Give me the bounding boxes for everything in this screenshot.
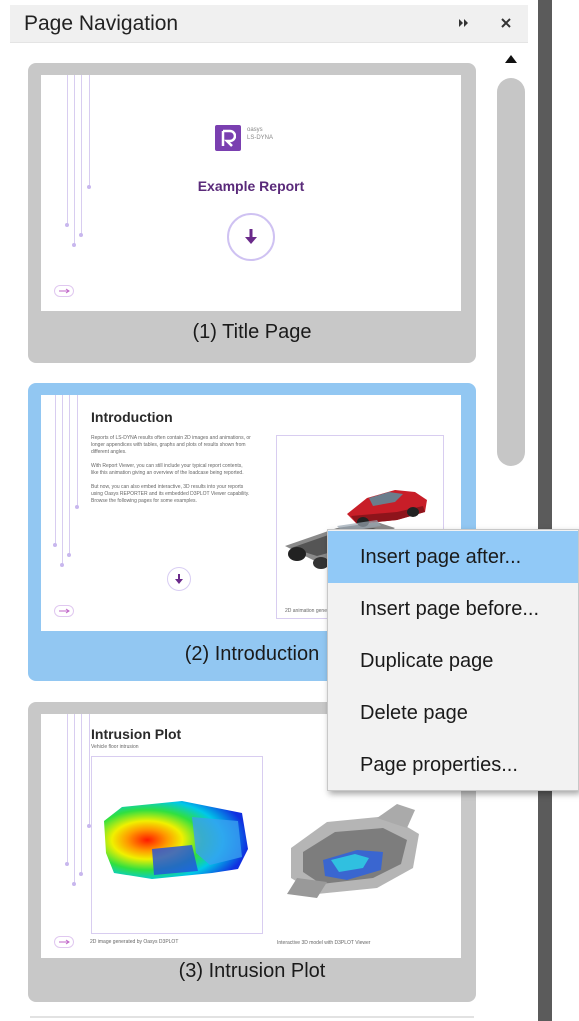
nav-pill-icon [54,285,74,297]
thumb-subtitle: Vehicle floor intrusion [91,744,139,750]
menu-item-duplicate[interactable]: Duplicate page [328,635,578,687]
nav-pill-icon [54,936,74,948]
image-caption-right: Interactive 3D model with D3PLOT Viewer [277,940,371,946]
menu-item-delete[interactable]: Delete page [328,687,578,739]
intrusion-contour-image [104,801,248,879]
image-caption-left: 2D image generated by Oasys D3PLOT [90,939,179,945]
down-arrow-icon [227,213,275,261]
panel-title: Page Navigation [24,12,179,35]
context-menu: Insert page after... Insert page before.… [327,529,579,791]
window-background [552,0,579,1021]
window-divider[interactable] [538,0,552,1021]
menu-item-insert-after[interactable]: Insert page after... [328,531,578,583]
page-label-1: (1) Title Page [192,321,312,343]
thumb-body-text: Reports of LS-DYNA results often contain… [91,435,251,504]
interactive-3d-model-image [287,804,419,898]
page-card-1[interactable]: oasys LS-DYNA Example Report (1) Title P… [28,63,476,363]
logo-icon [215,125,241,151]
scroll-up-arrow-icon[interactable] [496,48,526,70]
nav-pill-icon [54,605,74,617]
thumb-title: Introduction [91,409,173,425]
panel-header: Page Navigation [10,5,528,43]
thumb-title: Example Report [197,178,305,194]
close-icon[interactable] [492,9,520,37]
menu-item-properties[interactable]: Page properties... [328,739,578,791]
next-card-edge [30,1016,474,1018]
logo-text: oasys LS-DYNA [247,127,274,141]
page-label-3: (3) Intrusion Plot [178,960,326,982]
intrusion-image-frame: 2D image generated by Oasys D3PLOT [90,756,263,945]
scroll-thumb[interactable] [497,78,525,466]
thumb-title: Intrusion Plot [91,726,182,742]
double-chevron-right-icon[interactable] [450,9,478,37]
page-thumbnail-1: oasys LS-DYNA Example Report [41,75,461,311]
menu-item-insert-before[interactable]: Insert page before... [328,583,578,635]
down-arrow-icon [167,567,191,591]
